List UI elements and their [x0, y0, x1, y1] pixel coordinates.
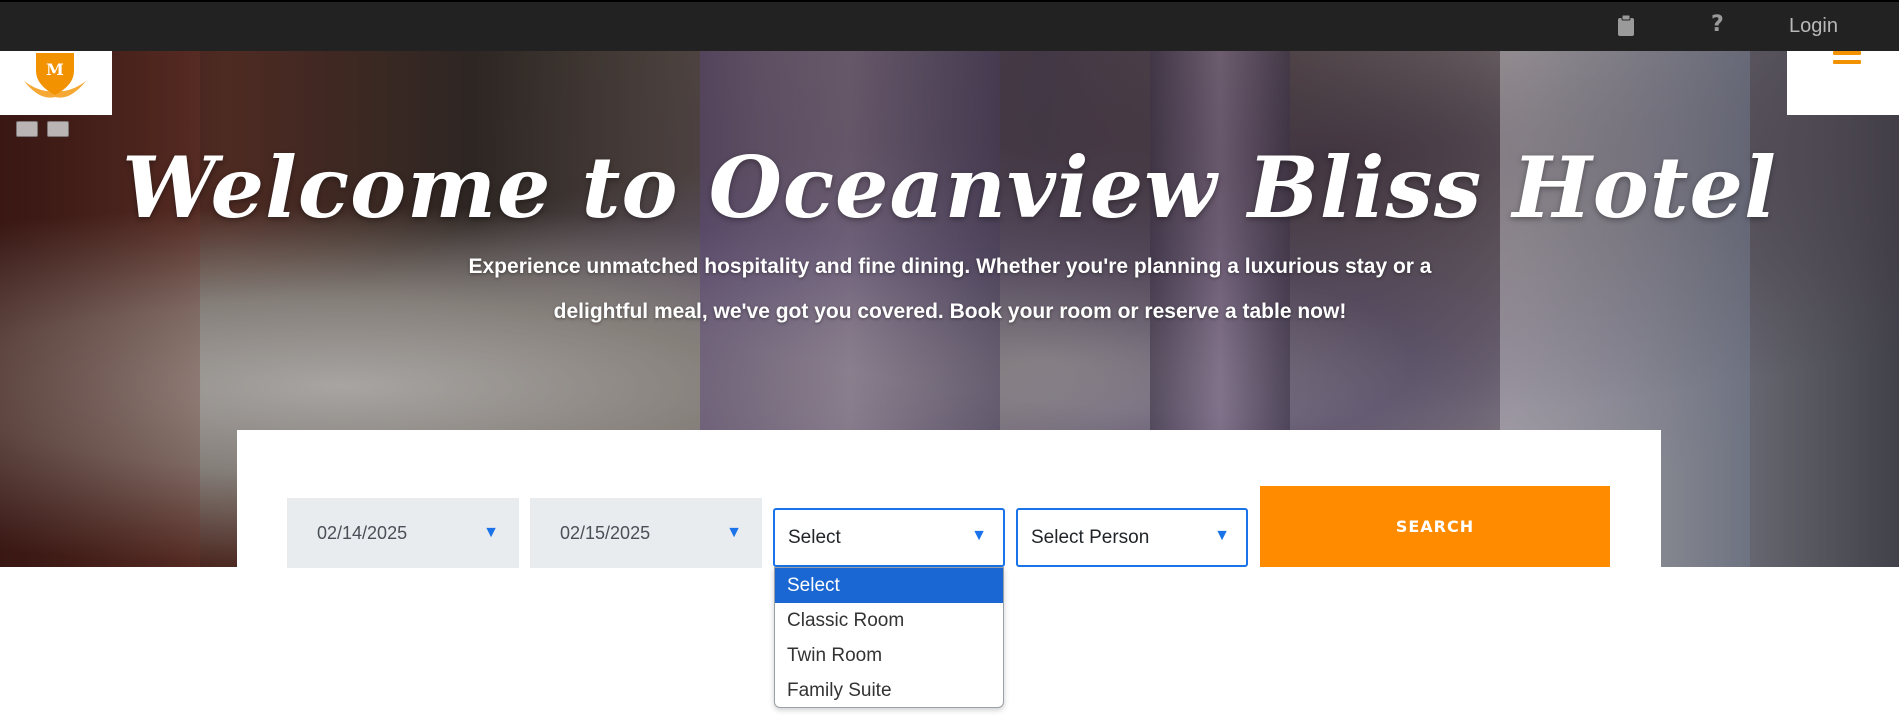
clipboard-icon[interactable] — [1617, 14, 1635, 43]
room-type-selected-value: Select — [788, 527, 841, 548]
room-option[interactable]: Twin Room — [775, 638, 1003, 673]
checkin-date-input[interactable]: 02/14/2025 ▼ — [287, 498, 519, 568]
room-option[interactable]: Family Suite — [775, 673, 1003, 707]
checkin-date-value: 02/14/2025 — [317, 523, 408, 543]
logo-crest-icon: M — [24, 53, 86, 98]
hero-subtitle: Experience unmatched hospitality and fin… — [468, 255, 1432, 323]
hero-title: Welcome to Oceanview Bliss Hotel — [122, 138, 1777, 237]
help-icon[interactable]: ? — [1711, 12, 1724, 37]
room-type-select[interactable]: Select ▼ — [773, 508, 1005, 567]
login-link[interactable]: Login — [1789, 15, 1838, 38]
room-option[interactable]: Classic Room — [775, 603, 1003, 638]
logo[interactable]: M — [0, 51, 112, 115]
person-selected-value: Select Person — [1031, 527, 1150, 548]
search-button[interactable]: SEARCH — [1260, 486, 1610, 567]
carousel-prev-button[interactable] — [16, 121, 38, 137]
room-option[interactable]: Select — [775, 568, 1003, 603]
dropdown-arrow-icon: ▼ — [726, 524, 742, 541]
dropdown-arrow-icon: ▼ — [483, 524, 499, 541]
room-type-dropdown-list: Select Classic Room Twin Room Family Sui… — [774, 567, 1004, 708]
dropdown-arrow-icon: ▼ — [1214, 527, 1230, 544]
logo-letter: M — [46, 60, 64, 79]
dropdown-arrow-icon: ▼ — [971, 527, 987, 544]
menu-area — [1787, 51, 1899, 115]
checkout-date-value: 02/15/2025 — [560, 523, 651, 543]
carousel-next-button[interactable] — [47, 121, 69, 137]
hamburger-menu-icon[interactable] — [1833, 51, 1861, 69]
checkout-date-input[interactable]: 02/15/2025 ▼ — [530, 498, 762, 568]
top-bar: ? Login — [0, 0, 1899, 51]
person-select[interactable]: Select Person ▼ — [1016, 508, 1248, 567]
